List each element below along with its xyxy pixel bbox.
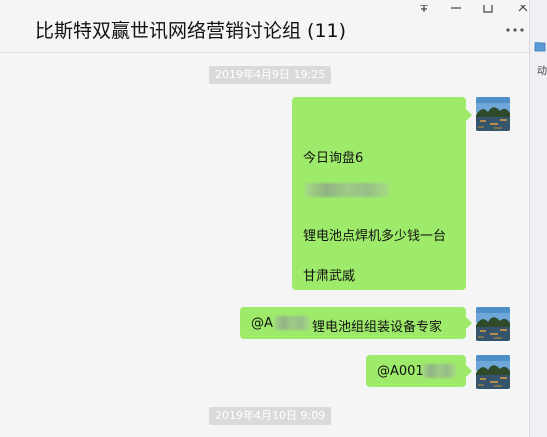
message-line: 甘肃武威 bbox=[303, 269, 356, 284]
redacted-text bbox=[274, 316, 310, 330]
message-mention: @A bbox=[251, 316, 273, 331]
timestamp-label: 2019年4月9日 19:25 bbox=[209, 66, 332, 84]
pin-icon bbox=[420, 4, 428, 12]
chat-title: 比斯特双赢世讯网络营销讨论组 (11) bbox=[35, 20, 347, 42]
bubble-tail bbox=[466, 317, 472, 329]
user-avatar[interactable] bbox=[476, 355, 510, 389]
user-avatar[interactable] bbox=[476, 97, 510, 131]
message-line: 今日询盘6 bbox=[303, 151, 364, 166]
message-bubble[interactable]: @A001 bbox=[366, 355, 472, 387]
landscape-avatar-icon bbox=[476, 355, 510, 389]
message-bubble[interactable]: @A 锂电池组组装设备专家 bbox=[240, 307, 472, 339]
message-line: 锂电池点焊机多少钱一台 bbox=[303, 229, 447, 244]
side-panel-label: 动 bbox=[537, 66, 547, 77]
more-dots-icon bbox=[506, 28, 524, 32]
bubble-tail bbox=[466, 109, 472, 121]
landscape-avatar-icon bbox=[476, 307, 510, 341]
bubble-tail bbox=[466, 365, 472, 377]
maximize-icon bbox=[483, 0, 493, 13]
maximize-button[interactable] bbox=[478, 0, 498, 13]
landscape-avatar-icon bbox=[476, 97, 510, 131]
minimize-icon bbox=[451, 7, 461, 9]
message-bubble[interactable]: 今日询盘6 锂电池点焊机多少钱一台 甘肃武威 bbox=[292, 97, 472, 290]
chat-window: 比斯特双赢世讯网络营销讨论组 (11) 动 2019年4月9日 19:25 今日… bbox=[0, 0, 547, 437]
message-mention: @A001 bbox=[377, 364, 424, 379]
redacted-text bbox=[422, 364, 456, 378]
message-text: 锂电池组组装设备专家 bbox=[312, 320, 443, 335]
minimize-button[interactable] bbox=[446, 0, 466, 10]
folder-icon bbox=[534, 42, 546, 52]
more-options-button[interactable] bbox=[503, 18, 527, 38]
user-avatar[interactable] bbox=[476, 307, 510, 341]
pin-button[interactable] bbox=[414, 0, 434, 12]
redacted-text bbox=[305, 183, 389, 197]
timestamp-label: 2019年4月10日 9:09 bbox=[209, 407, 332, 425]
